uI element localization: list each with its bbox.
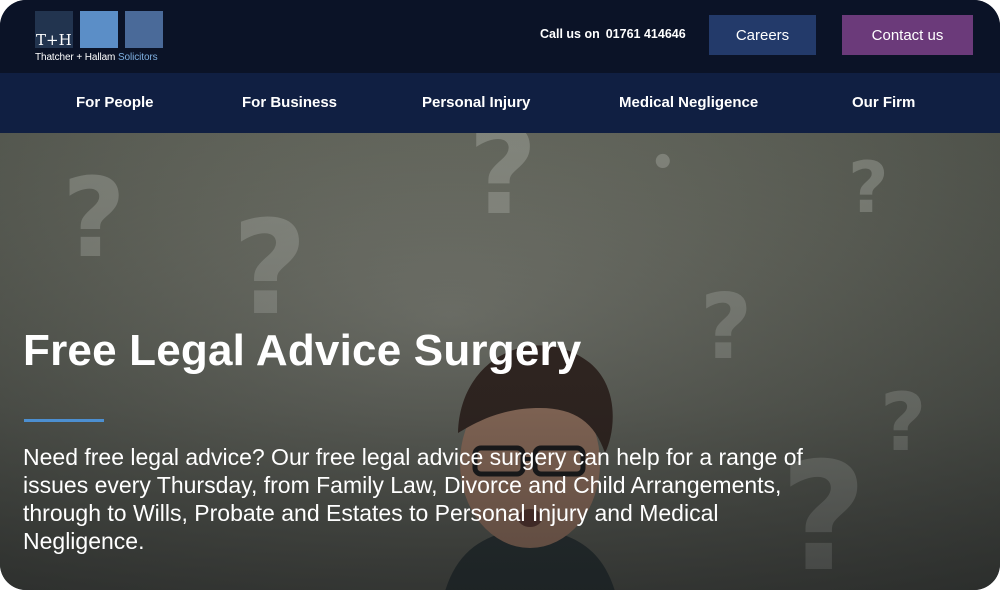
nav-item-for-people[interactable]: For People <box>76 94 154 111</box>
phone-number: 01761 414646 <box>605 27 686 41</box>
hero-title: Free Legal Advice Surgery <box>23 326 582 375</box>
contact-us-button[interactable]: Contact us <box>842 15 973 55</box>
logo-name: Thatcher + Hallam Solicitors <box>35 52 158 63</box>
logo-square <box>80 11 118 48</box>
logo-mark: T+H <box>36 31 72 49</box>
logo[interactable]: T+H Thatcher + Hallam Solicitors <box>34 9 169 65</box>
logo-name-main: Thatcher + Hallam <box>35 52 116 63</box>
hero-banner: ? ? ? • ? ? ? ? Free Legal Advice Surger… <box>0 133 1000 590</box>
nav-item-for-business[interactable]: For Business <box>242 94 337 111</box>
page: T+H Thatcher + Hallam Solicitors Call us… <box>0 0 1000 590</box>
hero-description: Need free legal advice? Our free legal a… <box>23 444 803 554</box>
top-bar: T+H Thatcher + Hallam Solicitors Call us… <box>0 0 1000 73</box>
nav-item-personal-injury[interactable]: Personal Injury <box>422 94 530 111</box>
nav-item-our-firm[interactable]: Our Firm <box>852 94 915 111</box>
title-divider <box>24 419 104 422</box>
main-nav: For People For Business Personal Injury … <box>0 73 1000 133</box>
phone-link[interactable]: Call us on 01761 414646 <box>540 27 686 41</box>
call-label: Call us on <box>540 27 600 41</box>
logo-name-suffix: Solicitors <box>117 52 158 63</box>
nav-item-medical-negligence[interactable]: Medical Negligence <box>619 94 758 111</box>
logo-square <box>125 11 163 48</box>
careers-button[interactable]: Careers <box>709 15 816 55</box>
